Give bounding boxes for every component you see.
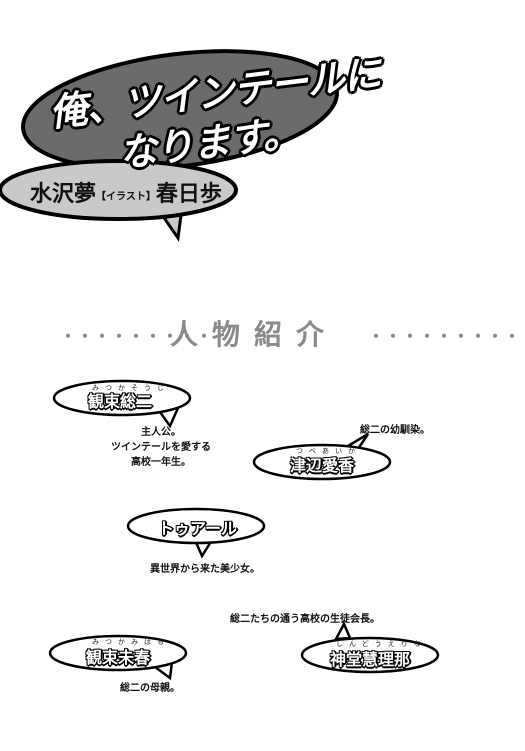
character-desc-tuaru: 異世界から来た美少女。 [150,564,260,575]
author-name: 水沢夢 [30,182,97,207]
character-name-tuaru: トゥアール [158,519,238,538]
character-name-miharu: 観束未春 [86,648,151,667]
character-desc-erina: 総二たちの通う高校の生徒会長。 [230,614,380,625]
author-credit: 水沢夢【イラスト】春日歩 [30,176,222,208]
character-name-aika: 津辺愛香 [290,456,355,475]
character-name-souji: 観束総二 [88,392,153,411]
character-desc-souji: 主人公。 ツインテールを愛する 高校一年生。 [100,425,222,470]
heading-dots-right: ・・・・・・・・・ [368,327,522,346]
character-name-erina: 神堂慧理那 [330,650,411,669]
desc-line: 主人公。 [141,427,181,438]
desc-line: 高校一年生。 [131,457,191,468]
illust-tag: 【イラスト】 [96,191,156,203]
section-heading: 人物紹介 [170,318,339,351]
character-desc-miharu: 総二の母親。 [120,683,180,694]
desc-line: ツインテールを愛する [111,442,211,453]
character-desc-aika: 総二の幼馴染。 [360,425,430,436]
illustrator-name: 春日歩 [155,182,222,207]
